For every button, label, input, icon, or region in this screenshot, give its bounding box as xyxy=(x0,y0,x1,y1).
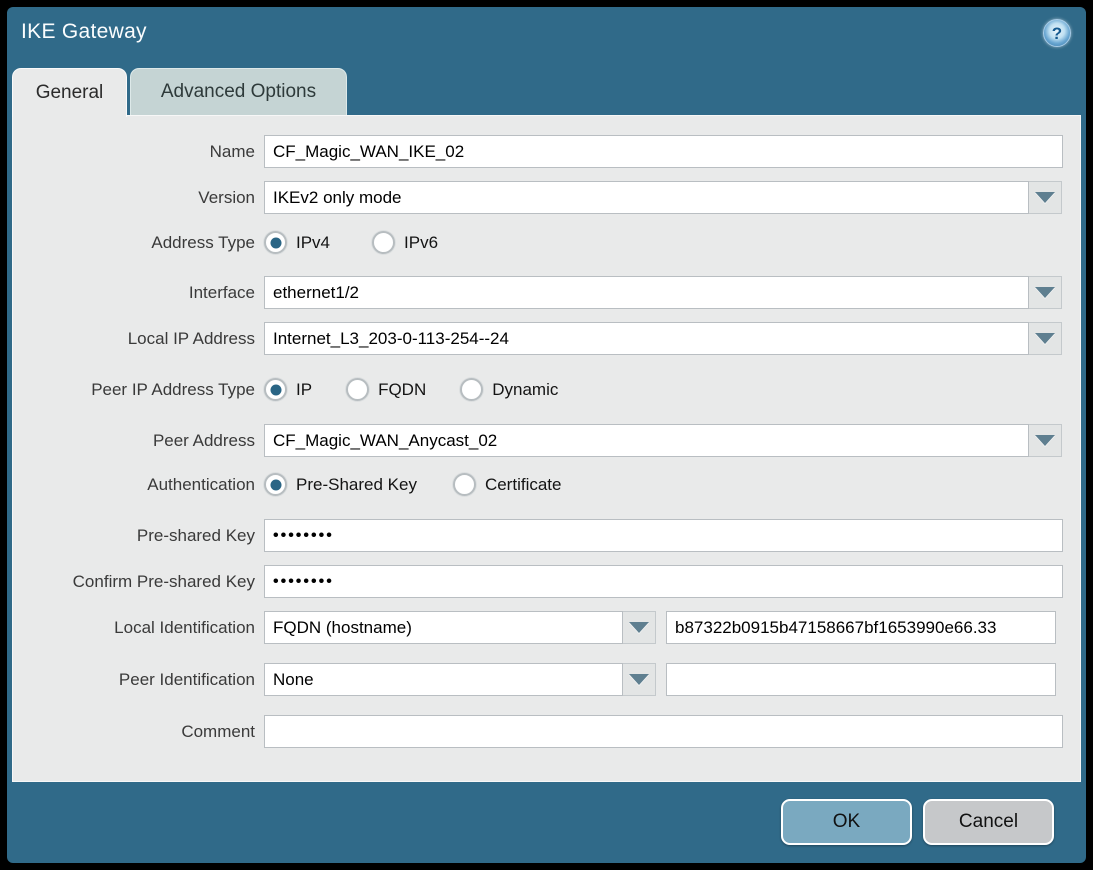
pre-shared-key-radio[interactable] xyxy=(264,473,287,496)
version-label: Version xyxy=(13,188,255,208)
local-identification-dropdown-button[interactable] xyxy=(623,611,656,644)
peer-ip-radio[interactable] xyxy=(264,378,287,401)
auth-option-certificate: Certificate xyxy=(453,473,562,496)
row-peer-ip-address-type: Peer IP Address Type IP FQDN Dynamic xyxy=(13,378,1080,401)
version-dropdown-button[interactable] xyxy=(1029,181,1062,214)
comment-input[interactable] xyxy=(264,715,1063,748)
row-comment: Comment xyxy=(13,715,1080,748)
row-pre-shared-key: Pre-shared Key xyxy=(13,519,1080,552)
local-identification-value-input[interactable] xyxy=(666,611,1056,644)
version-input[interactable] xyxy=(264,181,1029,214)
address-type-label: Address Type xyxy=(13,233,255,253)
row-local-ip-address: Local IP Address xyxy=(13,322,1080,355)
peer-address-dropdown-button[interactable] xyxy=(1029,424,1062,457)
certificate-radio-label: Certificate xyxy=(485,475,562,495)
row-local-identification: Local Identification xyxy=(13,611,1080,644)
interface-dropdown-button[interactable] xyxy=(1029,276,1062,309)
confirm-pre-shared-key-input[interactable] xyxy=(264,565,1063,598)
local-ip-address-input[interactable] xyxy=(264,322,1029,355)
row-address-type: Address Type IPv4 IPv6 xyxy=(13,231,1080,254)
chevron-down-icon xyxy=(629,674,649,685)
ipv4-radio-label: IPv4 xyxy=(296,233,330,253)
ipv6-radio-label: IPv6 xyxy=(404,233,438,253)
name-input[interactable] xyxy=(264,135,1063,168)
row-authentication: Authentication Pre-Shared Key Certificat… xyxy=(13,473,1080,496)
ipv4-radio[interactable] xyxy=(264,231,287,254)
peer-ip-type-option-ip: IP xyxy=(264,378,312,401)
pre-shared-key-label: Pre-shared Key xyxy=(13,526,255,546)
comment-label: Comment xyxy=(13,722,255,742)
certificate-radio[interactable] xyxy=(453,473,476,496)
local-ip-address-dropdown-button[interactable] xyxy=(1029,322,1062,355)
row-version: Version xyxy=(13,181,1080,214)
pre-shared-key-input[interactable] xyxy=(264,519,1063,552)
peer-ip-type-option-dynamic: Dynamic xyxy=(460,378,558,401)
address-type-option-ipv4: IPv4 xyxy=(264,231,330,254)
dialog-titlebar: IKE Gateway ? xyxy=(7,7,1086,67)
peer-identification-value-input[interactable] xyxy=(666,663,1056,696)
ike-gateway-dialog: IKE Gateway ? General Advanced Options N… xyxy=(7,7,1086,863)
peer-identification-dropdown-button[interactable] xyxy=(623,663,656,696)
authentication-label: Authentication xyxy=(13,475,255,495)
local-ip-address-label: Local IP Address xyxy=(13,329,255,349)
peer-fqdn-radio[interactable] xyxy=(346,378,369,401)
pre-shared-key-radio-label: Pre-Shared Key xyxy=(296,475,417,495)
chevron-down-icon xyxy=(1035,333,1055,344)
address-type-option-ipv6: IPv6 xyxy=(372,231,438,254)
peer-identification-type-select[interactable] xyxy=(264,663,623,696)
ipv6-radio[interactable] xyxy=(372,231,395,254)
peer-dynamic-radio[interactable] xyxy=(460,378,483,401)
peer-ip-address-type-label: Peer IP Address Type xyxy=(13,380,255,400)
help-glyph: ? xyxy=(1052,25,1062,42)
chevron-down-icon xyxy=(1035,287,1055,298)
peer-dynamic-radio-label: Dynamic xyxy=(492,380,558,400)
interface-input[interactable] xyxy=(264,276,1029,309)
cancel-button[interactable]: Cancel xyxy=(923,799,1054,845)
ok-button[interactable]: OK xyxy=(781,799,912,845)
general-tab-panel: Name Version Address Type IPv4 IPv6 xyxy=(12,115,1081,782)
interface-label: Interface xyxy=(13,283,255,303)
peer-address-input[interactable] xyxy=(264,424,1029,457)
help-icon[interactable]: ? xyxy=(1043,19,1071,47)
dialog-title: IKE Gateway xyxy=(21,20,147,44)
row-interface: Interface xyxy=(13,276,1080,309)
row-confirm-pre-shared-key: Confirm Pre-shared Key xyxy=(13,565,1080,598)
peer-ip-radio-label: IP xyxy=(296,380,312,400)
peer-identification-label: Peer Identification xyxy=(13,670,255,690)
tab-general[interactable]: General xyxy=(12,68,127,117)
local-identification-label: Local Identification xyxy=(13,618,255,638)
chevron-down-icon xyxy=(1035,192,1055,203)
name-label: Name xyxy=(13,142,255,162)
tab-bar: General Advanced Options xyxy=(12,68,347,115)
auth-option-psk: Pre-Shared Key xyxy=(264,473,417,496)
tab-advanced-options[interactable]: Advanced Options xyxy=(130,68,347,115)
peer-fqdn-radio-label: FQDN xyxy=(378,380,426,400)
row-peer-identification: Peer Identification xyxy=(13,663,1080,696)
row-peer-address: Peer Address xyxy=(13,424,1080,457)
chevron-down-icon xyxy=(629,622,649,633)
local-identification-type-select[interactable] xyxy=(264,611,623,644)
row-name: Name xyxy=(13,135,1080,168)
chevron-down-icon xyxy=(1035,435,1055,446)
screen: IKE Gateway ? General Advanced Options N… xyxy=(0,0,1093,870)
confirm-pre-shared-key-label: Confirm Pre-shared Key xyxy=(13,572,255,592)
peer-ip-type-option-fqdn: FQDN xyxy=(346,378,426,401)
peer-address-label: Peer Address xyxy=(13,431,255,451)
